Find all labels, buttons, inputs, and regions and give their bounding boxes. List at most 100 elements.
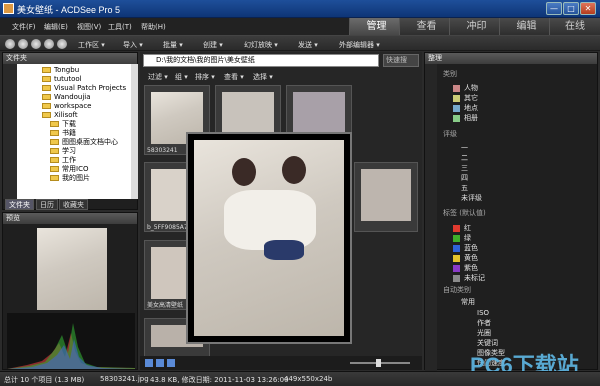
- folder-icon: [42, 76, 51, 82]
- auto-item[interactable]: 常用: [461, 297, 475, 307]
- category-item[interactable]: 地点: [453, 103, 478, 113]
- browser-pane: D:\我的文档\我的图片\美女壁纸 快速搜 过滤 ▾ 组 ▾ 排序 ▾ 查看 ▾…: [140, 52, 422, 370]
- label-item[interactable]: 黄色: [453, 253, 478, 263]
- tree-item[interactable]: Xilisoft: [42, 111, 78, 120]
- folder-icon: [50, 130, 59, 136]
- menu-help[interactable]: 帮助(H): [141, 22, 166, 32]
- external-editor-menu[interactable]: 外部编辑器 ▾: [339, 40, 380, 50]
- tab-online[interactable]: 在线: [549, 18, 600, 35]
- path-field[interactable]: D:\我的文档\我的图片\美女壁纸: [143, 54, 379, 67]
- tree-item[interactable]: Wandoujia: [42, 93, 91, 102]
- auto-item[interactable]: ISO: [477, 308, 489, 318]
- rating-item[interactable]: 一: [461, 143, 468, 153]
- tree-item[interactable]: 图图桌面文档中心: [50, 138, 118, 147]
- title-bar: 美女壁纸 - ACDSee Pro 5 — □ ✕: [0, 0, 600, 18]
- label-item[interactable]: 紫色: [453, 263, 478, 273]
- minimize-button[interactable]: —: [546, 2, 562, 15]
- tree-item[interactable]: 工作: [50, 156, 76, 165]
- label-item[interactable]: 绿: [453, 233, 471, 243]
- zoom-slider-thumb[interactable]: [376, 359, 381, 367]
- rating-item[interactable]: 未评级: [461, 193, 482, 203]
- rating-item[interactable]: 三: [461, 163, 468, 173]
- tab-edit[interactable]: 编辑: [499, 18, 553, 35]
- rating-header[interactable]: 评级: [443, 129, 457, 139]
- import-menu[interactable]: 导入 ▾: [123, 40, 143, 50]
- tab-favorites[interactable]: 收藏夹: [59, 199, 88, 210]
- organize-title: 整理: [425, 53, 597, 64]
- folder-icon: [42, 67, 51, 73]
- tree-item[interactable]: Tongbu: [42, 66, 79, 75]
- figures-shorts: [264, 240, 304, 260]
- slideshow-menu[interactable]: 幻灯放映 ▾: [244, 40, 278, 50]
- folder-icon: [50, 139, 59, 145]
- auto-item[interactable]: 光圈: [477, 328, 491, 338]
- tree-item[interactable]: 学习: [50, 147, 76, 156]
- menu-edit[interactable]: 编辑(E): [44, 22, 68, 32]
- tree-item[interactable]: tututool: [42, 75, 82, 84]
- rating-item[interactable]: 四: [461, 173, 468, 183]
- label-item[interactable]: 未标记: [453, 273, 485, 283]
- tab-develop[interactable]: 冲印: [449, 18, 503, 35]
- album-icon: [453, 114, 460, 122]
- rating-item[interactable]: 二: [461, 153, 468, 163]
- category-item[interactable]: 人物: [453, 83, 478, 93]
- maximize-button[interactable]: □: [563, 2, 579, 15]
- view-menu[interactable]: 查看 ▾: [224, 72, 244, 82]
- thumbnail[interactable]: [354, 162, 418, 232]
- refresh-icon[interactable]: [44, 39, 54, 49]
- tree-scrollbar[interactable]: [131, 64, 138, 199]
- label-header[interactable]: 标签 (默认值): [443, 208, 486, 218]
- hover-preview: [186, 132, 352, 344]
- label-item[interactable]: 红: [453, 223, 471, 233]
- send-menu[interactable]: 发送 ▾: [298, 40, 318, 50]
- create-menu[interactable]: 创建 ▾: [203, 40, 223, 50]
- menu-tools[interactable]: 工具(T): [108, 22, 132, 32]
- tree-item[interactable]: 书籍: [50, 129, 76, 138]
- menu-view[interactable]: 视图(V): [77, 22, 101, 32]
- status-bar: 总计 10 个项目 (1.3 MB) 58303241.jpg 43.8 KB,…: [0, 371, 600, 386]
- auto-item[interactable]: 关键词: [477, 338, 498, 348]
- rating-item[interactable]: 五: [461, 183, 468, 193]
- tree-item[interactable]: 下载: [50, 120, 76, 129]
- group-menu[interactable]: 组 ▾: [175, 72, 188, 82]
- up-icon[interactable]: [31, 39, 41, 49]
- figure-right: [282, 156, 306, 184]
- category-item[interactable]: 相册: [453, 113, 478, 123]
- view-mode-icon[interactable]: [156, 359, 164, 367]
- auto-item[interactable]: 作者: [477, 318, 491, 328]
- forward-icon[interactable]: [18, 39, 28, 49]
- workspace-menu[interactable]: 工作区 ▾: [78, 40, 105, 50]
- tab-folders[interactable]: 文件夹: [5, 199, 34, 210]
- tab-calendar[interactable]: 日历: [36, 199, 58, 210]
- figure-left: [232, 158, 256, 186]
- tab-manage[interactable]: 管理: [349, 18, 403, 35]
- sidebar-strip: [3, 64, 17, 199]
- tree-item[interactable]: Visual Patch Projects: [42, 84, 126, 93]
- hover-preview-image: [194, 140, 344, 336]
- menu-file[interactable]: 文件(F): [12, 22, 36, 32]
- organize-strip: [425, 64, 437, 371]
- sort-menu[interactable]: 排序 ▾: [195, 72, 215, 82]
- histogram: [7, 313, 135, 369]
- tab-view[interactable]: 查看: [399, 18, 453, 35]
- view-mode-icon[interactable]: [145, 359, 153, 367]
- tree-item[interactable]: workspace: [42, 102, 91, 111]
- quick-search[interactable]: 快速搜: [383, 54, 419, 67]
- tree-item[interactable]: 常用ICO: [50, 165, 88, 174]
- view-mode-icon[interactable]: [167, 359, 175, 367]
- close-button[interactable]: ✕: [580, 2, 596, 15]
- category-item[interactable]: 其它: [453, 93, 478, 103]
- back-icon[interactable]: [5, 39, 15, 49]
- label-swatch: [453, 244, 460, 252]
- folder-icon: [50, 148, 59, 154]
- filter-menu[interactable]: 过滤 ▾: [148, 72, 168, 82]
- home-icon[interactable]: [57, 39, 67, 49]
- auto-category-header[interactable]: 自动类别: [443, 285, 471, 295]
- folder-tabs: 文件夹 日历 收藏夹: [3, 199, 139, 210]
- label-item[interactable]: 蓝色: [453, 243, 478, 253]
- category-header[interactable]: 类别: [443, 69, 457, 79]
- select-menu[interactable]: 选择 ▾: [253, 72, 273, 82]
- status-info: 43.8 KB, 修改日期: 2011-11-03 13:26:00: [150, 376, 289, 384]
- tree-item[interactable]: 我的图片: [50, 174, 90, 183]
- batch-menu[interactable]: 批量 ▾: [163, 40, 183, 50]
